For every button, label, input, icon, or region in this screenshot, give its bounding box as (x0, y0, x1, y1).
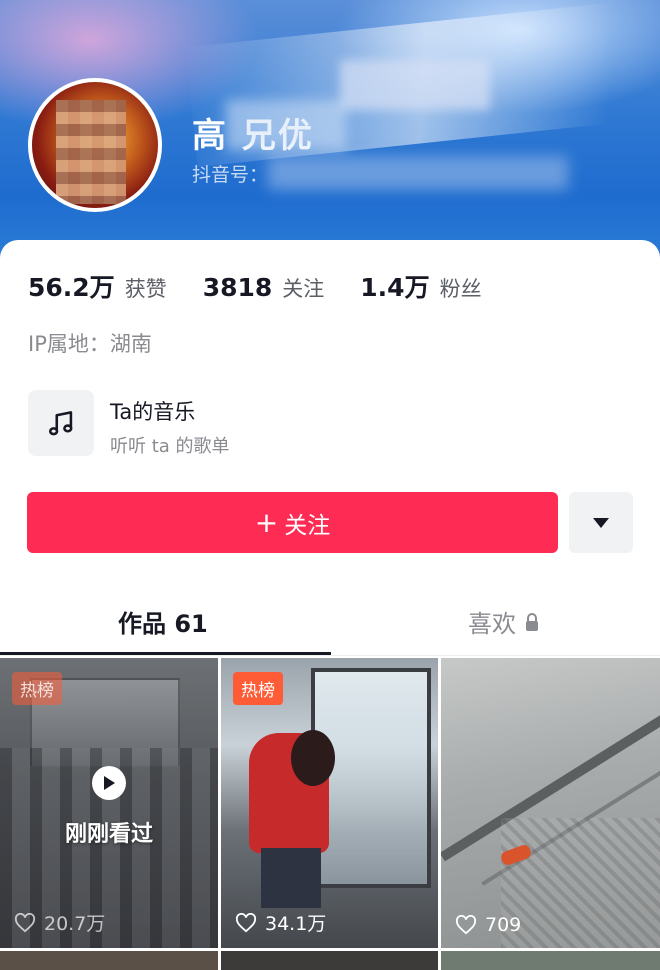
heart-icon (455, 915, 477, 935)
stat-likes-label: 获赞 (124, 277, 167, 301)
video-thumbnail-next[interactable] (441, 951, 660, 970)
tab-likes[interactable]: 喜欢 (468, 604, 540, 639)
music-entry[interactable]: Ta的音乐 听听 ta 的歌单 (28, 390, 448, 460)
blurred-region (340, 60, 490, 110)
follow-button[interactable]: + 关注 (27, 492, 558, 553)
stat-followers[interactable]: 1.4万 粉丝 (360, 268, 481, 304)
ip-location: IP属地：湖南 (28, 332, 152, 356)
hot-badge: 热榜 (12, 672, 62, 705)
stat-followers-value: 1.4万 (360, 273, 430, 302)
floor-texture (501, 818, 660, 948)
douyin-id-label: 抖音号： (192, 164, 269, 186)
stat-followers-label: 粉丝 (439, 277, 482, 301)
heart-icon (235, 912, 257, 932)
hot-badge: 热榜 (233, 672, 283, 705)
video-like-count: 20.7万 (14, 909, 105, 936)
music-subtitle: 听听 ta 的歌单 (110, 436, 230, 457)
passenger-legs (261, 848, 321, 908)
plus-icon: + (254, 505, 279, 539)
video-thumbnail-next[interactable] (0, 951, 218, 970)
tab-works[interactable]: 作品 61 (118, 604, 208, 639)
more-options-button[interactable] (569, 492, 633, 553)
passenger-head (291, 730, 335, 786)
music-title: Ta的音乐 (110, 400, 196, 424)
video-thumbnail[interactable]: 热榜 刚刚看过 20.7万 (0, 658, 218, 948)
avatar-mosaic (56, 100, 126, 204)
video-thumbnail[interactable]: 热榜 34.1万 (221, 658, 438, 948)
lock-icon (526, 612, 538, 631)
video-thumbnail-next[interactable] (221, 951, 438, 970)
like-count-text: 709 (485, 914, 522, 936)
music-note-icon (28, 390, 94, 456)
stats-row: 56.2万 获赞 3818 关注 1.4万 粉丝 (28, 268, 518, 304)
video-thumbnail[interactable]: 709 (441, 658, 660, 948)
video-like-count: 709 (455, 914, 521, 936)
heart-icon (14, 912, 36, 932)
stat-following[interactable]: 3818 关注 (203, 273, 325, 303)
stat-likes[interactable]: 56.2万 获赞 (28, 268, 167, 304)
video-like-count: 34.1万 (235, 909, 326, 936)
name-blur (226, 100, 346, 150)
stat-following-label: 关注 (282, 277, 325, 301)
tab-divider (0, 655, 660, 656)
caret-down-icon (593, 517, 609, 528)
like-count-text: 20.7万 (44, 913, 106, 935)
stat-following-value: 3818 (202, 273, 273, 302)
like-count-text: 34.1万 (265, 913, 327, 935)
tab-likes-label: 喜欢 (468, 610, 516, 638)
stat-likes-value: 56.2万 (28, 273, 115, 302)
douyin-id-blur (268, 156, 568, 190)
follow-label: 关注 (284, 512, 331, 539)
recently-watched-label: 刚刚看过 (64, 822, 153, 847)
play-icon (92, 766, 126, 800)
avatar[interactable] (28, 78, 162, 212)
bus-door (311, 668, 431, 888)
